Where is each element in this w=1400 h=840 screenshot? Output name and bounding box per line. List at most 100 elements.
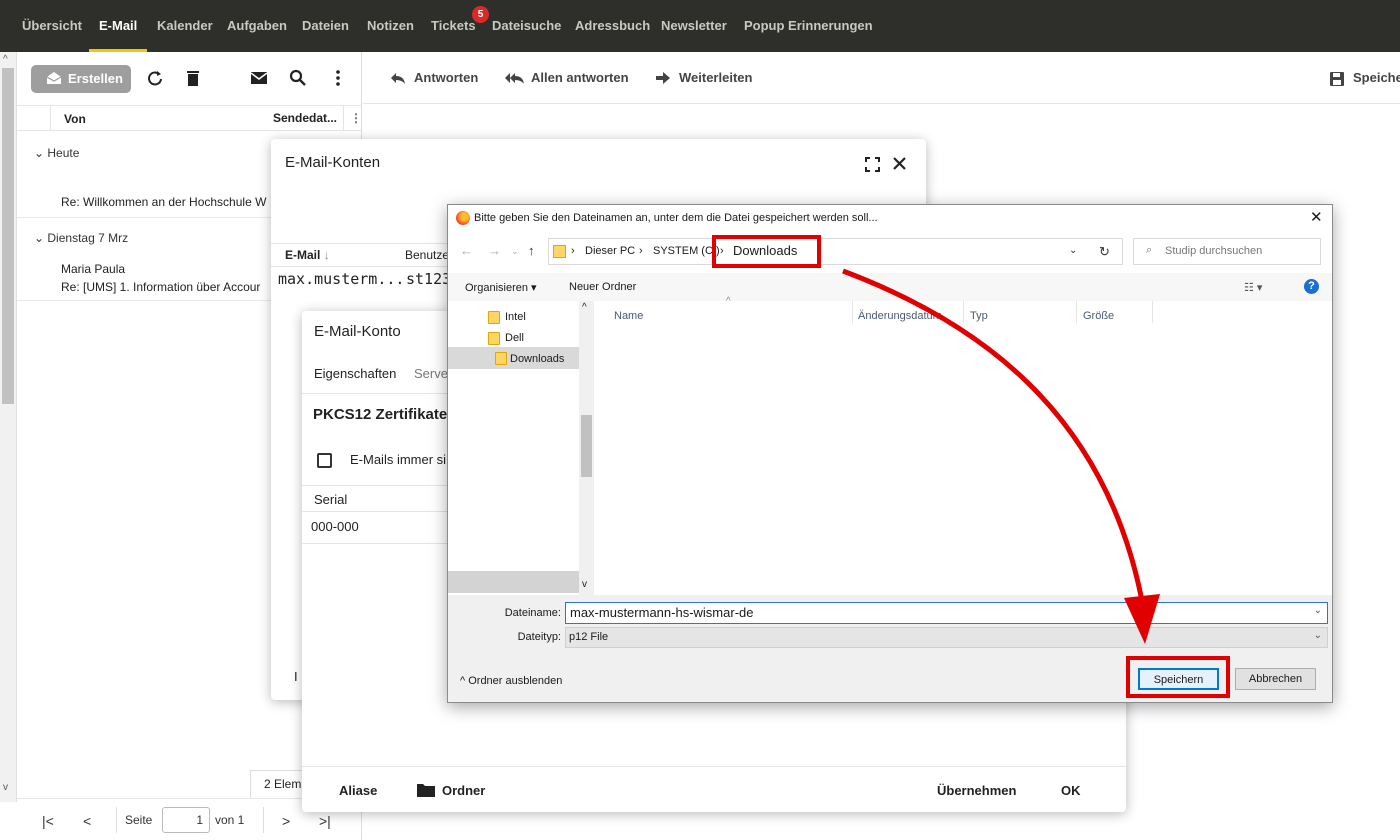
filename-input[interactable]: max-mustermann-hs-wismar-de ⌄ [565,602,1328,624]
group-label: Heute [47,146,80,160]
dialog-footer: Aliase Ordner Übernehmen OK [302,766,1126,812]
filetype-select[interactable]: p12 File ⌄ [565,627,1328,648]
tickets-badge: 5 [472,6,489,23]
column-user[interactable]: Benutze [405,248,449,262]
item-count: 2 Elem [250,770,310,798]
search-icon[interactable] [288,68,308,88]
nav-kalender[interactable]: Kalender [157,18,213,33]
reply-button[interactable]: Antworten [414,70,478,85]
command-bar: Organisieren ▾ Neuer Ordner ☷ ▾ ? [448,273,1332,301]
hide-folders-toggle[interactable]: ^ Ordner ausblenden [460,675,562,687]
help-icon[interactable]: ? [1304,279,1319,294]
address-dropdown-icon[interactable]: ⌄ [1069,245,1077,256]
nav-email[interactable]: E-Mail [99,18,137,33]
scroll-up-icon[interactable]: ^ [3,54,8,65]
scroll-up-icon[interactable]: ^ [582,302,587,313]
nav-dateien[interactable]: Dateien [302,18,349,33]
mail-sender[interactable]: Maria Paula [61,262,125,276]
ok-button[interactable]: OK [1061,783,1081,798]
breadcrumb-this-pc[interactable]: Dieser PC [585,245,635,257]
page-label: Seite [125,813,153,827]
forward-button[interactable]: Weiterleiten [679,70,752,85]
create-button[interactable]: Erstellen [31,65,131,93]
sort-indicator-icon: ^ [726,296,731,307]
nav-dateisuche[interactable]: Dateisuche [492,18,561,33]
column-email[interactable]: E-Mail ↓ [285,248,330,262]
column-serial[interactable]: Serial [314,492,347,507]
search-icon: ⌕ [1146,244,1153,256]
breadcrumb-system-c[interactable]: SYSTEM (C:) [653,245,720,257]
tab-server[interactable]: Serve [414,366,448,381]
scrollbar-thumb[interactable] [2,68,14,404]
nav-newsletter[interactable]: Newsletter [661,18,727,33]
tree-scrollbar[interactable]: ^ v [579,301,594,595]
filename-value: max-mustermann-hs-wismar-de [570,605,754,620]
scroll-down-icon[interactable]: v [582,579,587,590]
tree-item-downloads[interactable]: Downloads [510,353,564,365]
group-header-today[interactable]: ⌄ Heute [34,146,79,160]
back-icon[interactable]: ← [460,243,473,258]
account-user-cell[interactable]: st123 [406,270,451,288]
envelope-icon[interactable] [249,68,269,88]
new-folder-button[interactable]: Neuer Ordner [569,281,636,293]
search-placeholder: Studip durchsuchen [1165,245,1263,257]
page-total: von 1 [215,813,245,827]
always-sign-checkbox[interactable] [317,453,332,468]
nav-adressbuch[interactable]: Adressbuch [575,18,650,33]
scrollbar-thumb[interactable] [581,415,592,477]
reply-all-button[interactable]: Allen antworten [531,70,629,85]
checkbox-label: E-Mails immer si [350,452,447,467]
column-from[interactable]: Von [64,112,86,126]
search-box[interactable]: ⌕ Studip durchsuchen [1133,238,1321,265]
tab-properties[interactable]: Eigenschaften [314,366,396,381]
tree-item-intel[interactable]: Intel [505,311,526,323]
mail-subject[interactable]: Re: [UMS] 1. Information über Accour [61,280,260,294]
more-vertical-icon[interactable] [328,68,348,88]
page-number-input[interactable]: 1 [162,807,210,833]
column-name[interactable]: Name [614,310,643,322]
column-modified[interactable]: Änderungsdatum [858,310,942,322]
account-email-cell[interactable]: max.musterm... [278,270,404,288]
prev-page-icon[interactable]: < [83,813,91,829]
save-button[interactable]: Speicher [1353,70,1400,85]
close-icon[interactable] [892,156,907,171]
address-bar[interactable]: › Dieser PC › SYSTEM (C:) › Downloads ⌄ … [548,238,1123,265]
nav-popup-erinnerungen[interactable]: Popup Erinnerungen [744,18,873,33]
last-page-icon[interactable]: >| [319,813,331,829]
up-icon[interactable]: ↑ [528,243,535,258]
serial-value[interactable]: 000-000 [311,519,359,534]
aliases-button[interactable]: Aliase [339,783,377,798]
first-page-icon[interactable]: |< [42,813,54,829]
nav-notizen[interactable]: Notizen [367,18,414,33]
dropdown-icon[interactable]: ⌄ [1314,630,1322,641]
refresh-icon[interactable]: ↻ [1099,244,1110,260]
dropdown-icon[interactable]: ⌄ [1314,605,1322,616]
folder-button[interactable]: Ordner [442,783,485,798]
refresh-icon[interactable] [145,68,165,88]
view-options-icon[interactable]: ☷ ▾ [1244,281,1262,294]
column-send-date[interactable]: Sendedat... [273,111,337,125]
scroll-down-icon[interactable]: v [3,782,8,793]
mail-subject[interactable]: Re: Willkommen an der Hochschule W [61,195,266,209]
cancel-button[interactable]: Abbrechen [1235,668,1316,690]
nav-uebersicht[interactable]: Übersicht [22,18,82,33]
close-icon[interactable]: ✕ [1310,208,1323,226]
group-header-tuesday[interactable]: ⌄ Dienstag 7 Mrz [34,231,128,245]
column-menu-icon[interactable]: ⋮ [350,111,362,125]
highlight-save-button [1126,656,1230,698]
maximize-icon[interactable] [865,157,880,172]
apply-button[interactable]: Übernehmen [937,783,1016,798]
column-type[interactable]: Typ [970,310,988,322]
page-scrollbar[interactable]: ^ v [0,52,17,802]
organize-menu[interactable]: Organisieren ▾ [465,281,537,294]
trash-icon[interactable] [183,68,203,88]
recent-dropdown-icon[interactable]: ⌄ [511,246,519,257]
forward-icon[interactable]: → [488,243,501,258]
breadcrumb-separator: › [571,245,575,257]
tree-item-dell[interactable]: Dell [505,332,524,344]
column-size[interactable]: Größe [1083,310,1114,322]
nav-aufgaben[interactable]: Aufgaben [227,18,287,33]
nav-tickets[interactable]: Tickets [431,18,476,33]
folder-icon [417,784,435,797]
next-page-icon[interactable]: > [282,813,290,829]
